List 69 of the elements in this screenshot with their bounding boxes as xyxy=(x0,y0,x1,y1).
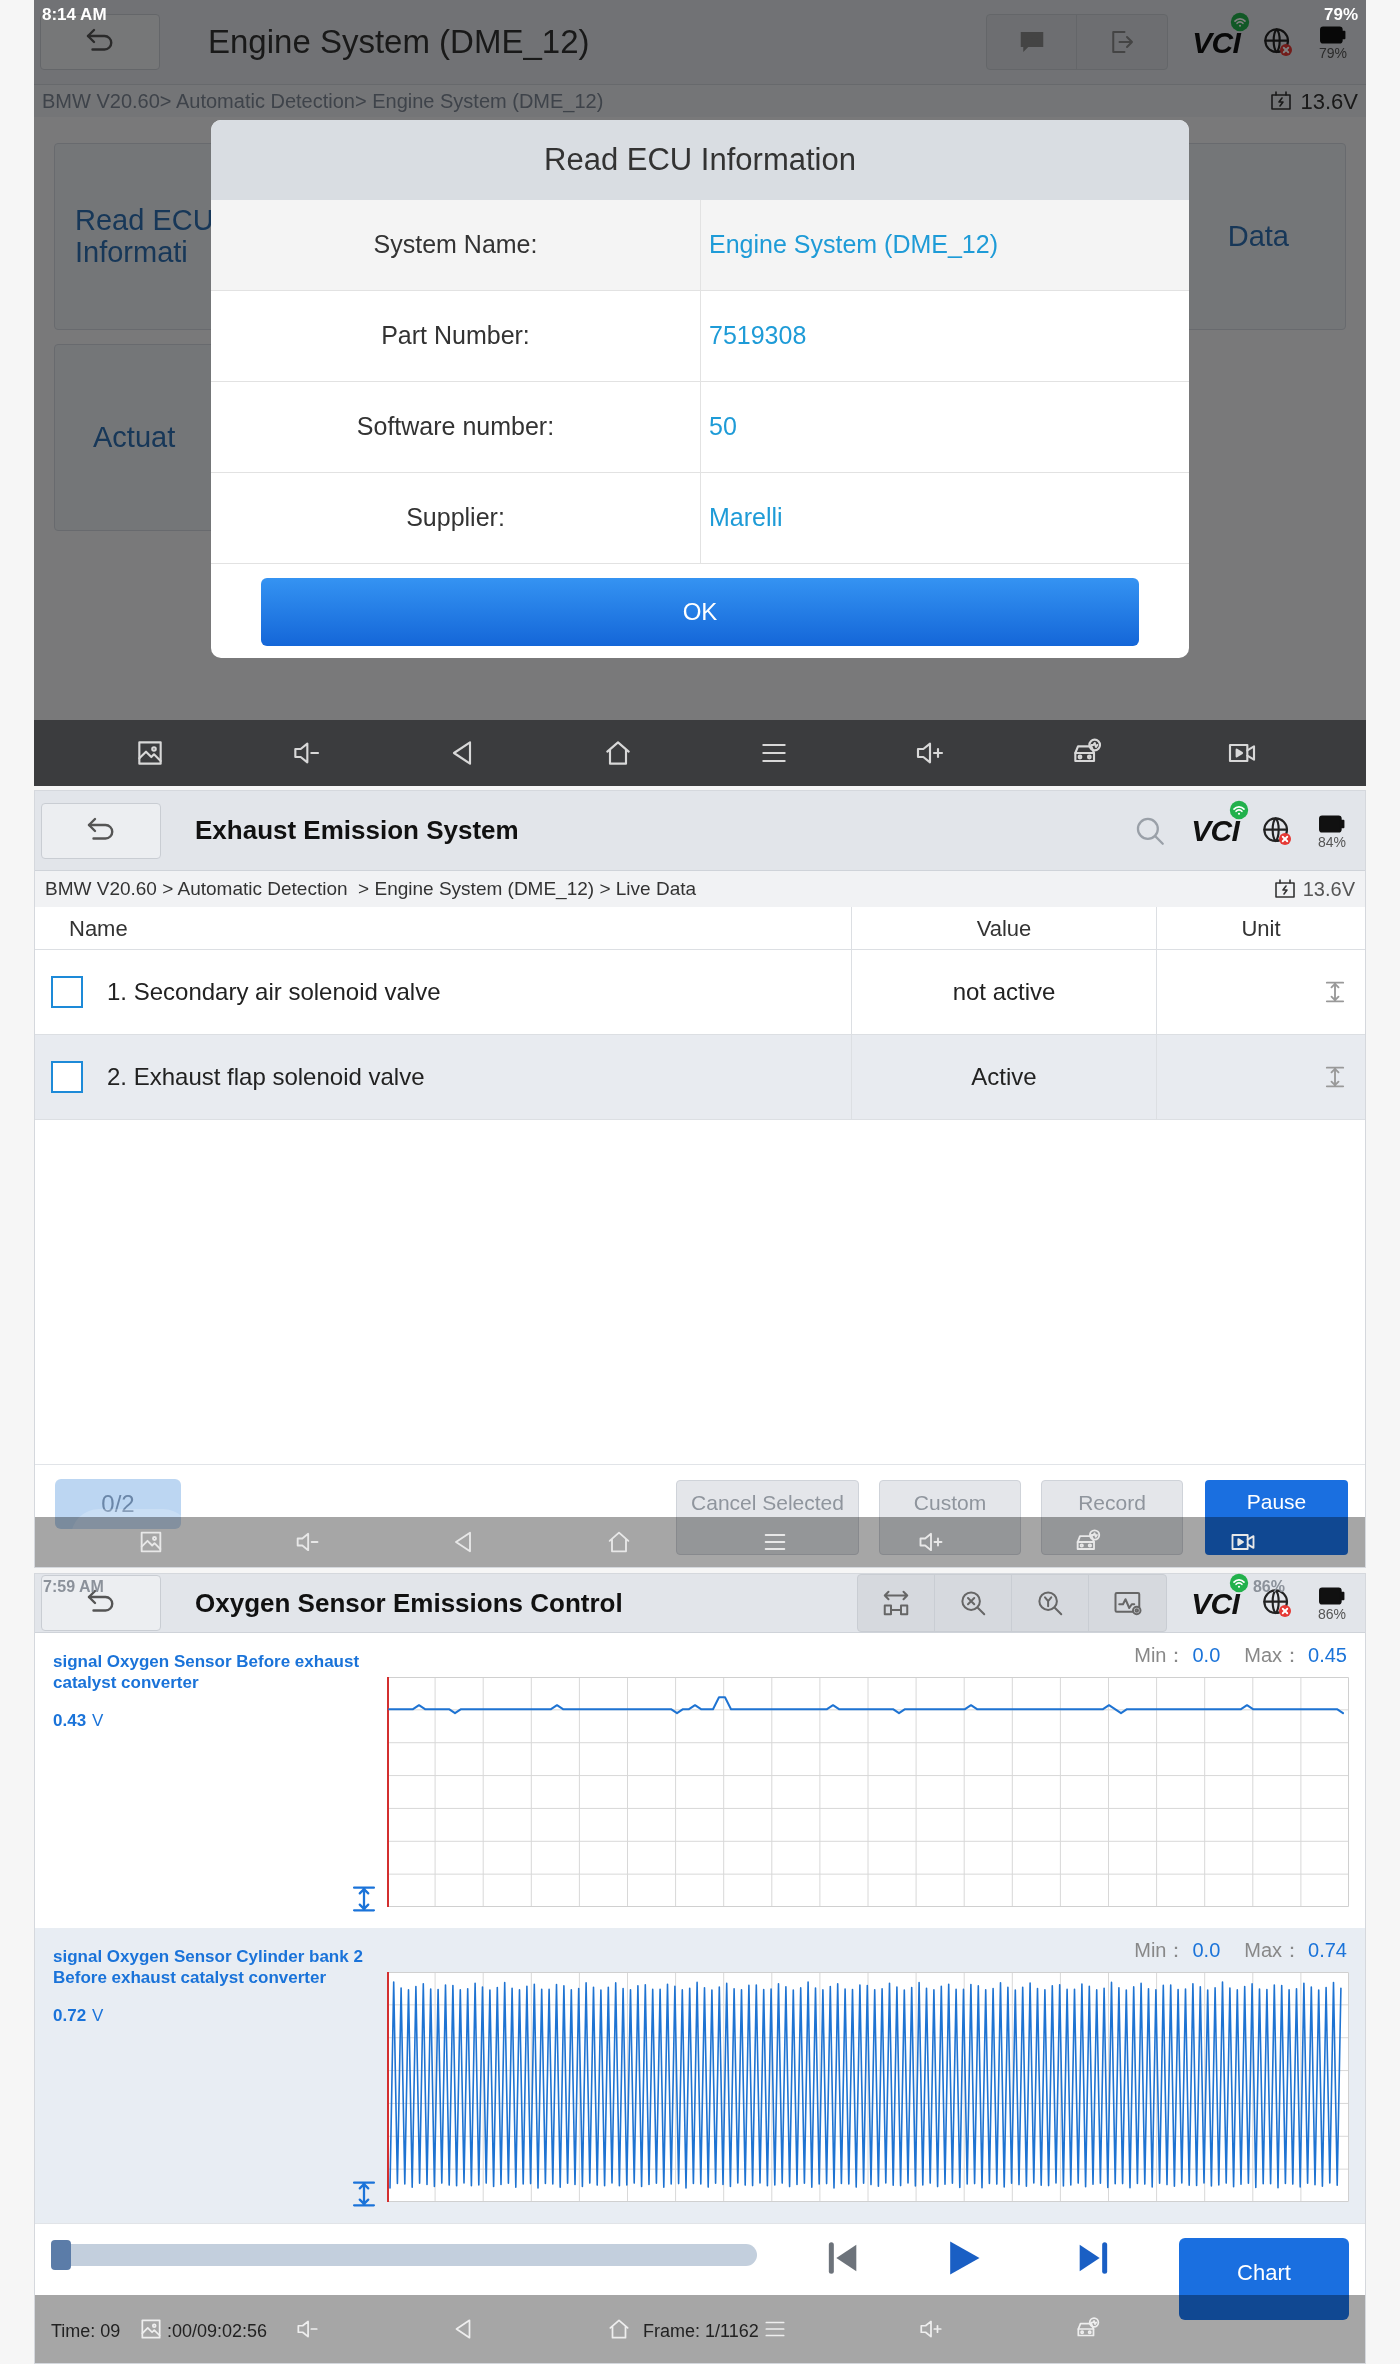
status-time: 7:59 AM xyxy=(43,1577,104,1597)
globe-icon xyxy=(1261,814,1293,847)
voltage-reading: 13.6V xyxy=(1302,877,1355,902)
field-label: Software number: xyxy=(356,411,555,443)
field-value: 50 xyxy=(709,411,737,443)
signal-name: signal Oxygen Sensor Before exhaust catalyst converter xyxy=(53,1651,361,1694)
signal-reading: 0.72 xyxy=(53,2004,87,2027)
playback-time: :00/09:02:56 xyxy=(167,2320,268,2343)
max-value: 0.45 xyxy=(1308,1643,1347,1668)
column-header: Name xyxy=(69,914,128,943)
action-button[interactable]: Custom xyxy=(879,1480,1021,1555)
tile-label: Data xyxy=(1227,220,1289,253)
status-battery: 86% xyxy=(1252,1577,1285,1597)
signal-unit: V xyxy=(92,1709,104,1732)
checkbox[interactable] xyxy=(51,1061,83,1093)
min-label: Min： xyxy=(1134,1643,1187,1668)
action-button[interactable]: Record xyxy=(1041,1480,1183,1555)
signal-reading: 0.43 xyxy=(53,1709,87,1732)
parameter-name: 2. Exhaust flap solenoid valve xyxy=(107,1062,425,1092)
breadcrumb: BMW V20.60 > Automatic Detection > Engine System (DME_12) > Live Data xyxy=(45,876,697,902)
voltage-icon xyxy=(1272,877,1297,901)
field-label: Supplier: xyxy=(406,502,505,534)
screen-title: Oxygen Sensor Emissions Control xyxy=(195,1586,623,1620)
frame-counter: Frame: 1/1162 xyxy=(643,2320,759,2343)
signal-unit: V xyxy=(92,2004,104,2027)
back-button[interactable] xyxy=(41,1575,161,1631)
voltage-icon xyxy=(1268,89,1293,113)
tile-label: Actuat xyxy=(93,421,176,454)
back-button[interactable] xyxy=(41,802,161,859)
voltage-reading: 13.6V xyxy=(1300,87,1358,116)
column-header: Value xyxy=(976,914,1032,943)
action-button[interactable]: Pause xyxy=(1205,1480,1348,1555)
field-value: Engine System (DME_12) xyxy=(709,229,998,261)
playback-time: Time: 09 xyxy=(51,2320,121,2343)
tile-label: Read ECU Informati xyxy=(75,204,215,269)
min-value: 0.0 xyxy=(1192,1643,1221,1668)
max-label: Max： xyxy=(1244,1938,1303,1963)
ok-button[interactable]: OK xyxy=(261,578,1139,646)
min-value: 0.0 xyxy=(1192,1938,1221,1963)
field-value: Marelli xyxy=(709,502,783,534)
vci-logo: VCI xyxy=(1192,24,1240,61)
status-time: 8:14 AM xyxy=(42,4,107,26)
max-value: 0.74 xyxy=(1308,1938,1347,1963)
signal-name: signal Oxygen Sensor Cylinder bank 2 Before exhaust catalyst converter xyxy=(53,1946,363,1989)
dialog-title: Read ECU Information xyxy=(211,120,1189,200)
parameter-value: not active xyxy=(952,977,1056,1007)
globe-icon xyxy=(1262,26,1294,58)
screen-title: Engine System (DME_12) xyxy=(208,22,590,63)
status-battery: 79% xyxy=(1323,4,1358,26)
action-button[interactable]: Cancel Selected xyxy=(676,1480,859,1555)
battery-level: 86% xyxy=(1318,1607,1346,1621)
wifi-icon xyxy=(1230,11,1250,32)
field-value: 7519308 xyxy=(709,320,807,352)
wifi-icon xyxy=(1229,800,1249,820)
max-label: Max： xyxy=(1244,1643,1303,1668)
field-label: Part Number: xyxy=(381,320,530,352)
vci-logo: VCI xyxy=(1191,813,1239,849)
vci-logo: VCI xyxy=(1191,1585,1239,1622)
field-label: System Name: xyxy=(373,229,538,261)
column-header: Unit xyxy=(1241,914,1281,943)
chart-button[interactable]: Chart xyxy=(1179,2238,1349,2320)
parameter-value: Active xyxy=(971,1062,1037,1092)
screen-title: Exhaust Emission System xyxy=(195,814,519,847)
parameter-name: 1. Secondary air solenoid valve xyxy=(107,977,441,1007)
battery-level: 84% xyxy=(1318,834,1346,849)
checkbox[interactable] xyxy=(51,976,83,1008)
min-label: Min： xyxy=(1134,1938,1187,1963)
battery-level: 79% xyxy=(1319,46,1347,60)
selection-counter: 0/2 xyxy=(55,1479,181,1529)
